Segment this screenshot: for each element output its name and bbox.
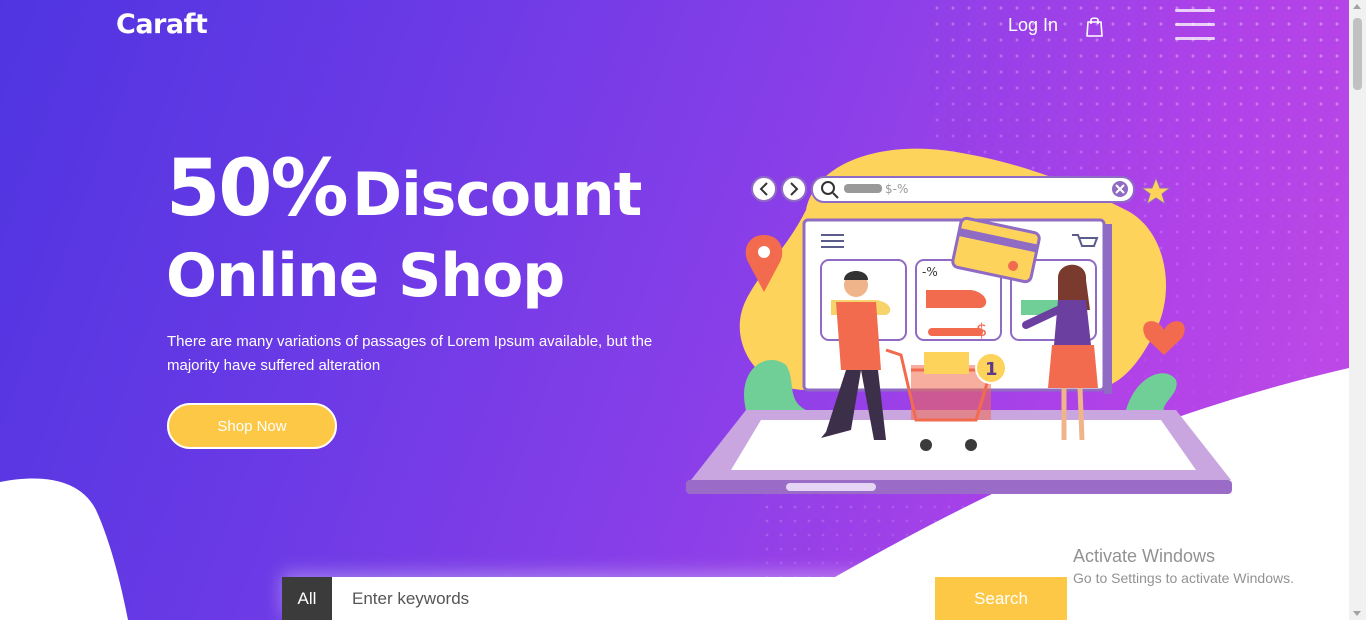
brand-logo[interactable]: Caraft [116, 9, 208, 40]
hero-section: Caraft Log In 50% Discount Online Shop T… [0, 0, 1349, 620]
watermark-subtitle: Go to Settings to activate Windows. [1073, 570, 1294, 586]
shopping-bag-icon[interactable] [1086, 16, 1103, 37]
headline-percent: 50% [166, 144, 349, 234]
scroll-down-arrow-icon[interactable] [1353, 611, 1361, 616]
search-bar: All Search [282, 577, 1067, 620]
headline-discount: Discount [352, 160, 642, 230]
hero-headline: 50% Discount Online Shop [166, 150, 642, 306]
watermark-title: Activate Windows [1073, 546, 1216, 566]
search-input[interactable] [332, 577, 935, 620]
scrollbar-thumb[interactable] [1353, 18, 1362, 90]
vertical-scrollbar[interactable] [1349, 0, 1366, 620]
cart-badge: 1 [985, 359, 998, 380]
hero-description: There are many variations of passages of… [167, 333, 653, 374]
price-tag: $ [976, 320, 987, 341]
hamburger-menu-icon[interactable] [1175, 9, 1215, 41]
scroll-up-arrow-icon[interactable] [1353, 4, 1361, 9]
illustration-search-text: $-% [885, 182, 908, 196]
online-shopping-illustration: $ -% $-% 1 [686, 148, 1232, 494]
category-select[interactable]: All [282, 577, 332, 620]
search-button[interactable]: Search [935, 577, 1067, 620]
login-link[interactable]: Log In [1008, 15, 1058, 36]
headline-online-shop: Online Shop [166, 241, 565, 311]
activate-windows-watermark: Activate Windows Go to Settings to activ… [1073, 546, 1294, 586]
discount-tag: -% [922, 265, 938, 279]
shop-now-button[interactable]: Shop Now [167, 403, 337, 449]
